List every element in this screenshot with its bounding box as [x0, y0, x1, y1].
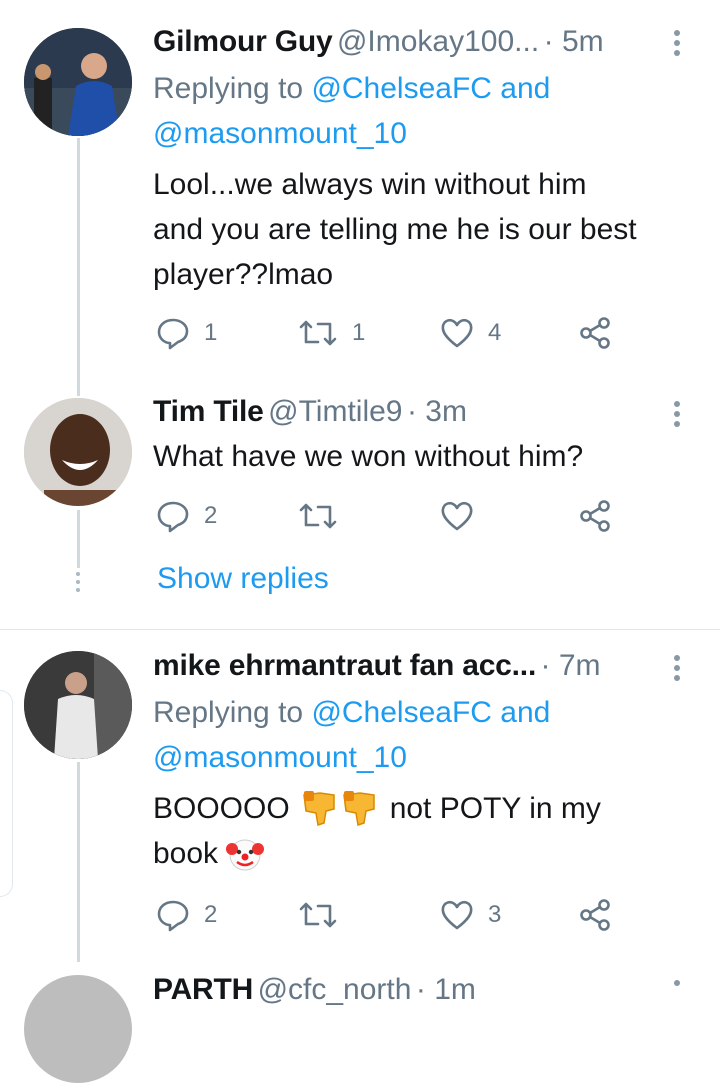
reply-icon	[157, 900, 189, 932]
share-icon	[580, 317, 610, 349]
share-button[interactable]	[578, 499, 612, 533]
mention-link[interactable]: @masonmount_10	[153, 117, 407, 150]
avatar[interactable]	[24, 975, 132, 1083]
more-vertical-icon[interactable]	[674, 655, 682, 685]
heart-icon	[441, 900, 473, 930]
retweet-icon	[299, 320, 337, 346]
mention-link[interactable]: @ChelseaFC	[311, 72, 492, 105]
display-name[interactable]: Gilmour Guy	[153, 25, 333, 58]
replying-to: Replying to @ChelseaFC and	[153, 696, 551, 729]
timestamp[interactable]: · 3m	[407, 395, 467, 428]
reply-count: 2	[204, 901, 218, 928]
mention-link[interactable]: @masonmount_10	[153, 741, 407, 774]
display-name[interactable]: mike ehrmantraut fan acc...	[153, 649, 536, 682]
timestamp[interactable]: · 5m	[544, 25, 604, 58]
heart-icon	[441, 501, 473, 531]
reply-count: 1	[204, 319, 218, 346]
reply-button[interactable]: 1	[156, 316, 217, 350]
replying-to: Replying to @ChelseaFC and	[153, 72, 551, 105]
more-vertical-icon[interactable]	[674, 401, 682, 431]
timestamp[interactable]: · 1m	[416, 973, 476, 1006]
tweet-header: Gilmour Guy @Imokay100... · 5m	[153, 24, 604, 65]
retweet-button[interactable]: 1	[298, 316, 365, 350]
thread-ellipsis	[75, 572, 81, 596]
reply-button[interactable]: 2	[156, 499, 217, 533]
retweet-button[interactable]	[298, 499, 338, 533]
like-button[interactable]: 4	[440, 316, 501, 350]
reply-count: 2	[204, 502, 218, 529]
tweet-text: BOOOOO not POTY in my book	[153, 786, 601, 876]
handle[interactable]: @Imokay100...	[337, 25, 539, 58]
like-button[interactable]	[440, 499, 474, 533]
replying-to-second: @masonmount_10	[153, 111, 407, 156]
replying-to-second: @masonmount_10	[153, 735, 407, 780]
thumbs-down-emoji	[300, 789, 380, 829]
tweet-header: mike ehrmantraut fan acc... · 7m	[153, 648, 601, 689]
like-count: 4	[488, 319, 502, 346]
divider	[0, 629, 720, 630]
retweet-icon	[299, 902, 337, 928]
share-icon	[580, 500, 610, 532]
retweet-icon	[299, 503, 337, 529]
like-button[interactable]: 3	[440, 898, 501, 932]
thread-line	[77, 510, 80, 568]
avatar[interactable]	[24, 398, 132, 506]
avatar[interactable]	[24, 651, 132, 759]
like-count: 3	[488, 901, 502, 928]
reply-icon	[157, 501, 189, 533]
more-vertical-icon[interactable]	[674, 30, 682, 60]
share-button[interactable]	[578, 316, 612, 350]
thread-line	[77, 762, 80, 962]
display-name[interactable]: Tim Tile	[153, 395, 264, 428]
clown-emoji	[226, 835, 265, 873]
retweet-button[interactable]	[298, 898, 338, 932]
handle[interactable]: @Timtile9	[268, 395, 402, 428]
timestamp[interactable]: · 7m	[541, 649, 601, 682]
share-icon	[580, 899, 610, 931]
tweet-header: PARTH @cfc_north · 1m	[153, 972, 476, 1013]
reply-button[interactable]: 2	[156, 898, 217, 932]
handle[interactable]: @cfc_north	[258, 973, 412, 1006]
show-replies-link[interactable]: Show replies	[157, 562, 329, 596]
tweet-text: What have we won without him?	[153, 440, 584, 473]
reply-icon	[157, 318, 189, 350]
side-panel-tab[interactable]	[0, 690, 13, 897]
share-button[interactable]	[578, 898, 612, 932]
heart-icon	[441, 318, 473, 348]
mention-link[interactable]: @ChelseaFC	[311, 696, 492, 729]
avatar[interactable]	[24, 28, 132, 136]
display-name[interactable]: PARTH	[153, 973, 253, 1006]
retweet-count: 1	[352, 319, 366, 346]
tweet-header: Tim Tile @Timtile9 · 3m	[153, 394, 467, 435]
thread-line	[77, 138, 80, 396]
tweet-text: Lool...we always win without him and you…	[153, 168, 637, 291]
